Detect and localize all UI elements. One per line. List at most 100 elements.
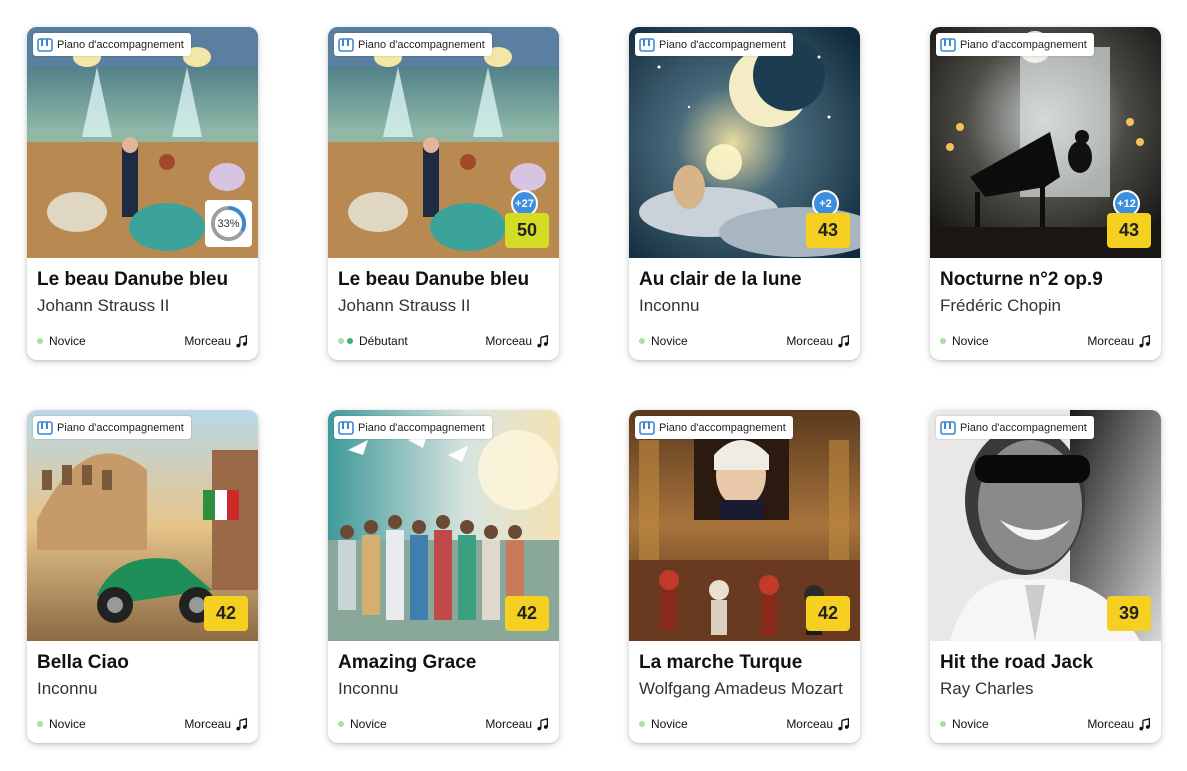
difficulty-level: Novice xyxy=(338,717,387,731)
category-tag-label: Piano d'accompagnement xyxy=(57,421,184,434)
level-dot xyxy=(37,721,43,727)
piano-keys-icon xyxy=(37,420,53,435)
score-badge: 43 xyxy=(1107,213,1151,248)
level-dot xyxy=(338,721,344,727)
category-tag: Piano d'accompagnement xyxy=(33,416,191,439)
category-tag-label: Piano d'accompagnement xyxy=(659,38,786,51)
song-title: Le beau Danube bleu xyxy=(338,269,530,290)
song-card[interactable]: Piano d'accompagnement 33% Le beau Danub… xyxy=(27,27,258,360)
category-tag-label: Piano d'accompagnement xyxy=(358,38,485,51)
song-title: Hit the road Jack xyxy=(940,652,1094,673)
type-label: Morceau xyxy=(786,717,833,731)
song-artist: Inconnu xyxy=(338,679,399,698)
song-thumbnail: Piano d'accompagnement 42 xyxy=(328,410,559,641)
piano-keys-icon xyxy=(338,37,354,52)
song-card[interactable]: Piano d'accompagnement 42 La marche Turq… xyxy=(629,410,860,743)
level-label: Novice xyxy=(49,334,86,348)
type-label: Morceau xyxy=(1087,334,1134,348)
type-label: Morceau xyxy=(485,334,532,348)
difficulty-level: Novice xyxy=(940,334,989,348)
song-card[interactable]: Piano d'accompagnement 42 Bella Ciao Inc… xyxy=(27,410,258,743)
song-thumbnail: Piano d'accompagnement +27 50 xyxy=(328,27,559,258)
progress-value: 33% xyxy=(217,217,240,230)
song-card[interactable]: Piano d'accompagnement +27 50 Le beau Da… xyxy=(328,27,559,360)
song-card[interactable]: Piano d'accompagnement +12 43 Nocturne n… xyxy=(930,27,1161,360)
category-tag: Piano d'accompagnement xyxy=(936,33,1094,56)
song-artist: Inconnu xyxy=(639,296,700,315)
song-artist: Frédéric Chopin xyxy=(940,296,1061,315)
song-title: Amazing Grace xyxy=(338,652,477,673)
piano-keys-icon xyxy=(37,37,53,52)
score-badge: 42 xyxy=(806,596,850,631)
category-tag-label: Piano d'accompagnement xyxy=(358,421,485,434)
piano-keys-icon xyxy=(940,420,956,435)
difficulty-level: Novice xyxy=(940,717,989,731)
song-artist: Johann Strauss II xyxy=(37,296,170,315)
song-thumbnail: Piano d'accompagnement 39 xyxy=(930,410,1161,641)
song-title: La marche Turque xyxy=(639,652,803,673)
type-indicator: Morceau xyxy=(184,334,248,348)
category-tag-label: Piano d'accompagnement xyxy=(960,421,1087,434)
piano-keys-icon xyxy=(639,37,655,52)
type-indicator: Morceau xyxy=(786,334,850,348)
song-card[interactable]: Piano d'accompagnement 42 Amazing Grace … xyxy=(328,410,559,743)
category-tag: Piano d'accompagnement xyxy=(334,416,492,439)
type-indicator: Morceau xyxy=(184,717,248,731)
music-note-icon xyxy=(537,334,549,347)
level-label: Novice xyxy=(49,717,86,731)
music-note-icon xyxy=(1139,334,1151,347)
song-thumbnail: Piano d'accompagnement 33% xyxy=(27,27,258,258)
level-label: Débutant xyxy=(359,334,408,348)
song-thumbnail: Piano d'accompagnement +2 43 xyxy=(629,27,860,258)
type-indicator: Morceau xyxy=(786,717,850,731)
type-indicator: Morceau xyxy=(1087,717,1151,731)
score-badge: 42 xyxy=(505,596,549,631)
song-artist: Ray Charles xyxy=(940,679,1034,698)
score-badge: 42 xyxy=(204,596,248,631)
level-dot xyxy=(940,338,946,344)
level-dot xyxy=(940,721,946,727)
piano-keys-icon xyxy=(338,420,354,435)
song-card[interactable]: Piano d'accompagnement 39 Hit the road J… xyxy=(930,410,1161,743)
type-label: Morceau xyxy=(485,717,532,731)
song-artist: Johann Strauss II xyxy=(338,296,471,315)
song-thumbnail: Piano d'accompagnement +12 43 xyxy=(930,27,1161,258)
piano-keys-icon xyxy=(940,37,956,52)
type-indicator: Morceau xyxy=(485,717,549,731)
song-card[interactable]: Piano d'accompagnement +2 43 Au clair de… xyxy=(629,27,860,360)
level-label: Novice xyxy=(651,717,688,731)
category-tag: Piano d'accompagnement xyxy=(936,416,1094,439)
song-title: Bella Ciao xyxy=(37,652,129,673)
category-tag: Piano d'accompagnement xyxy=(635,33,793,56)
score-badge: 43 xyxy=(806,213,850,248)
music-note-icon xyxy=(1139,717,1151,730)
category-tag: Piano d'accompagnement xyxy=(635,416,793,439)
song-thumbnail: Piano d'accompagnement 42 xyxy=(629,410,860,641)
category-tag-label: Piano d'accompagnement xyxy=(659,421,786,434)
song-thumbnail: Piano d'accompagnement 42 xyxy=(27,410,258,641)
difficulty-level: Novice xyxy=(639,717,688,731)
level-label: Novice xyxy=(350,717,387,731)
type-label: Morceau xyxy=(786,334,833,348)
music-note-icon xyxy=(236,717,248,730)
level-dot xyxy=(639,338,645,344)
category-tag: Piano d'accompagnement xyxy=(334,33,492,56)
category-tag: Piano d'accompagnement xyxy=(33,33,191,56)
category-tag-label: Piano d'accompagnement xyxy=(57,38,184,51)
level-label: Novice xyxy=(651,334,688,348)
type-label: Morceau xyxy=(184,334,231,348)
piano-keys-icon xyxy=(639,420,655,435)
music-note-icon xyxy=(838,334,850,347)
level-dot xyxy=(639,721,645,727)
difficulty-level: Novice xyxy=(37,717,86,731)
level-dot xyxy=(338,338,344,344)
level-label: Novice xyxy=(952,334,989,348)
level-label: Novice xyxy=(952,717,989,731)
score-badge: 50 xyxy=(505,213,549,248)
song-title: Nocturne n°2 op.9 xyxy=(940,269,1103,290)
song-artist: Inconnu xyxy=(37,679,98,698)
type-label: Morceau xyxy=(184,717,231,731)
score-badge: 39 xyxy=(1107,596,1151,631)
category-tag-label: Piano d'accompagnement xyxy=(960,38,1087,51)
music-note-icon xyxy=(537,717,549,730)
